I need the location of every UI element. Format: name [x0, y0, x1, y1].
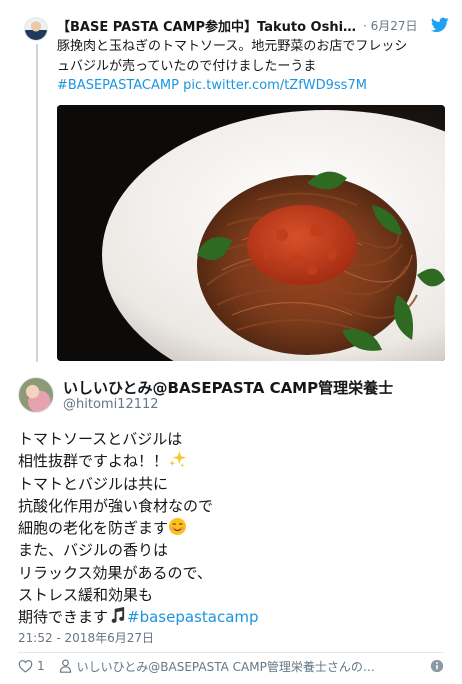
twitter-bird-icon[interactable] — [431, 17, 449, 33]
smiling-face-icon — [168, 518, 187, 536]
parent-tweet-text: 豚挽肉と玉ねぎのトマトソース。地元野菜のお店でフレッシ ュバジルが売っていたので… — [57, 37, 449, 96]
action-bar: 1 いしいひとみ@BASEPASTA CAMP管理栄養士さんの… — [18, 655, 444, 677]
reply-author-avatar[interactable] — [18, 377, 54, 413]
reply-text-line: また、バジルの香りは — [18, 541, 169, 560]
parent-hashtag-link[interactable]: #BASEPASTACAMP — [57, 78, 179, 93]
thread-connector-line — [36, 44, 38, 362]
reply-timestamp[interactable]: 21:52 - 2018年6月27日 — [18, 629, 154, 646]
music-note-icon — [111, 607, 125, 624]
reply-text-line: 抗酸化作用が強い食材なので — [18, 496, 214, 515]
profile-link[interactable]: いしいひとみ@BASEPASTA CAMP管理栄養士さんの… — [59, 658, 375, 675]
reply-hashtag-link[interactable]: #basepastacamp — [127, 608, 259, 626]
person-icon — [59, 659, 71, 673]
pasta-photo-image — [57, 105, 445, 361]
like-count: 1 — [37, 659, 45, 673]
reply-text-line: 相性抜群ですよね！！ — [18, 452, 169, 471]
sparkles-icon — [169, 451, 187, 468]
profile-link-text: いしいひとみ@BASEPASTA CAMP管理栄養士さんの… — [76, 659, 375, 674]
parent-tweet-header: 【BASE PASTA CAMP参加中】Takuto Oshi... · 6月2… — [57, 16, 449, 35]
parent-author-avatar[interactable] — [24, 17, 48, 41]
heart-icon — [18, 660, 33, 673]
reply-author-name[interactable]: いしいひとみ@BASEPASTA CAMP管理栄養士 — [63, 377, 393, 398]
info-icon[interactable] — [430, 659, 444, 673]
parent-text-line: 豚挽肉と玉ねぎのトマトソース。地元野菜のお店でフレッシ — [57, 39, 408, 54]
parent-pic-link[interactable]: pic.twitter.com/tZfWD9ss7M — [183, 78, 367, 93]
like-button[interactable]: 1 — [18, 659, 45, 673]
action-divider — [18, 652, 444, 653]
reply-author-handle[interactable]: @hitomi12112 — [63, 397, 159, 412]
reply-text-line: ストレス緩和効果も — [18, 586, 154, 605]
parent-text-line: ュバジルが売っていたので付けましたーうま — [57, 58, 317, 74]
reply-text-line: 細胞の老化を防ぎます — [18, 519, 169, 538]
pasta-photo[interactable] — [57, 105, 445, 361]
reply-text-line: トマトソースとバジルは — [18, 430, 183, 448]
reply-tweet-text: トマトソースとバジルは 相性抜群ですよね！！ トマトとバジルは共に 抗酸化作用が… — [18, 428, 438, 629]
reply-text-line: 期待できます — [18, 608, 109, 627]
reply-text-line: トマトとバジルは共に — [18, 474, 169, 493]
parent-author-name[interactable]: 【BASE PASTA CAMP参加中】Takuto Oshi... — [57, 16, 357, 35]
reply-text-line: リラックス効果があるので、 — [18, 563, 212, 582]
parent-tweet-date[interactable]: · 6月27日 — [363, 17, 418, 34]
